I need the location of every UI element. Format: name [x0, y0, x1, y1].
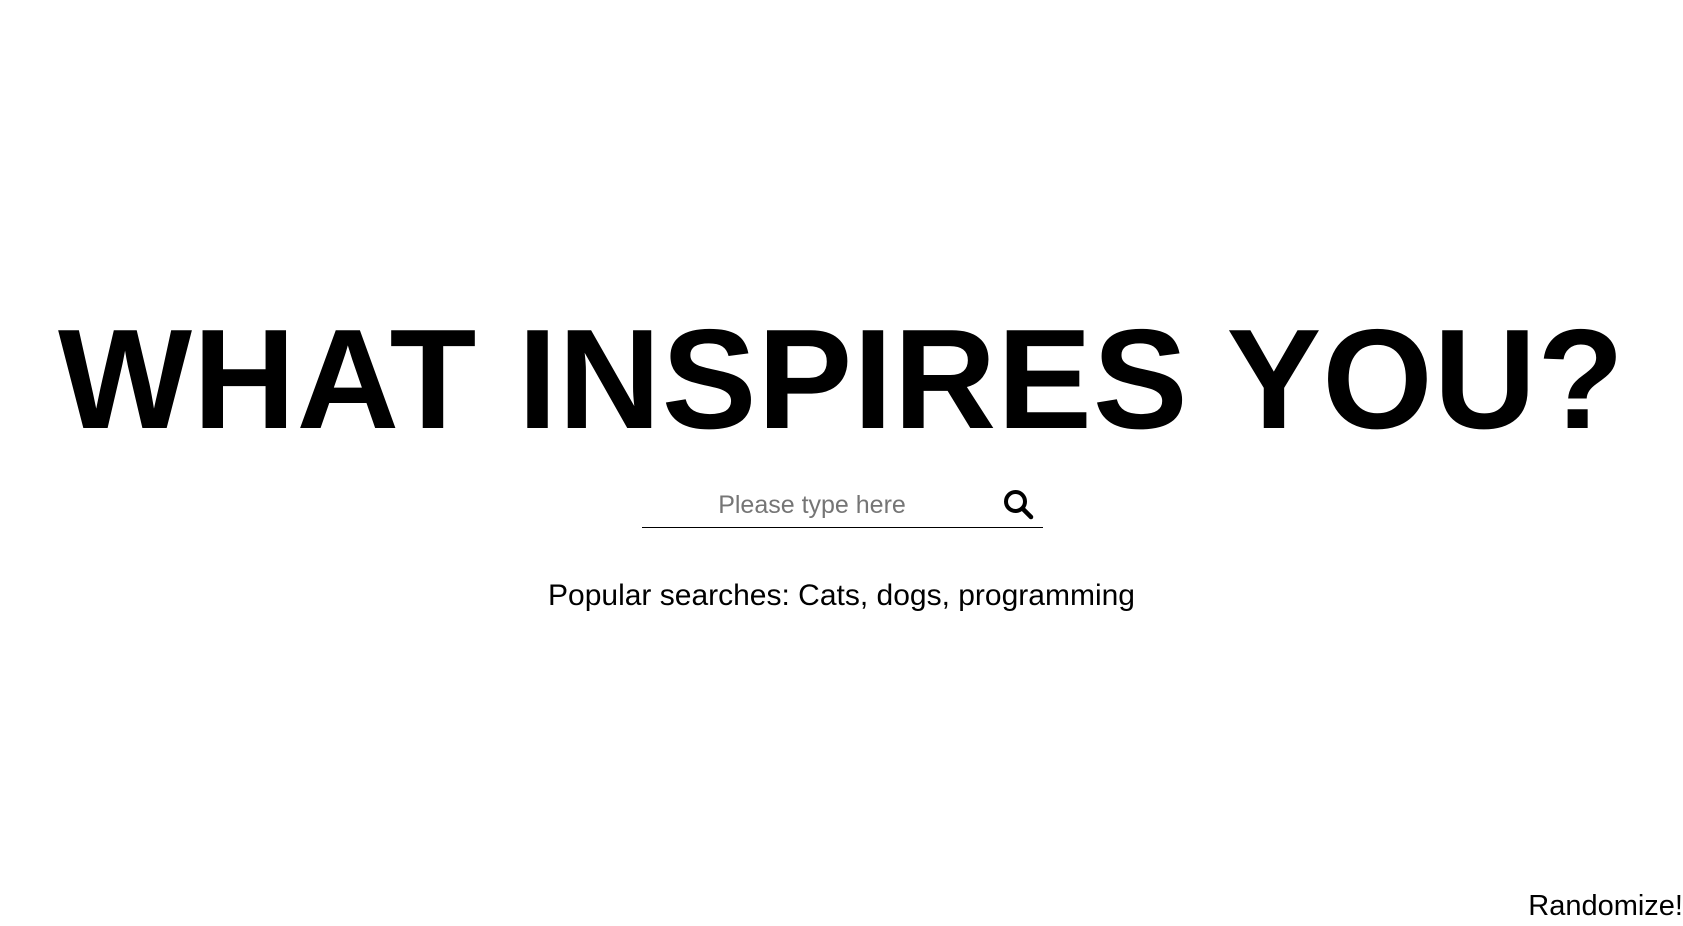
separator: ,: [941, 579, 959, 612]
search-input[interactable]: [642, 484, 982, 526]
popular-searches-label: Popular searches:: [548, 579, 799, 612]
search-icon: [1004, 490, 1034, 520]
separator: ,: [859, 579, 877, 612]
popular-search-cats[interactable]: Cats: [798, 579, 860, 612]
search-bar: [642, 484, 1043, 528]
randomize-button[interactable]: Randomize!: [1528, 888, 1683, 924]
popular-search-programming[interactable]: programming: [958, 579, 1135, 612]
popular-searches: Popular searches: Cats, dogs, programmin…: [0, 576, 1683, 616]
popular-search-dogs[interactable]: dogs: [877, 579, 942, 612]
search-button[interactable]: [1002, 486, 1040, 524]
page: WHAT INSPIRES YOU? Popular searches: Cat…: [0, 0, 1683, 926]
page-title: WHAT INSPIRES YOU?: [58, 300, 1625, 459]
